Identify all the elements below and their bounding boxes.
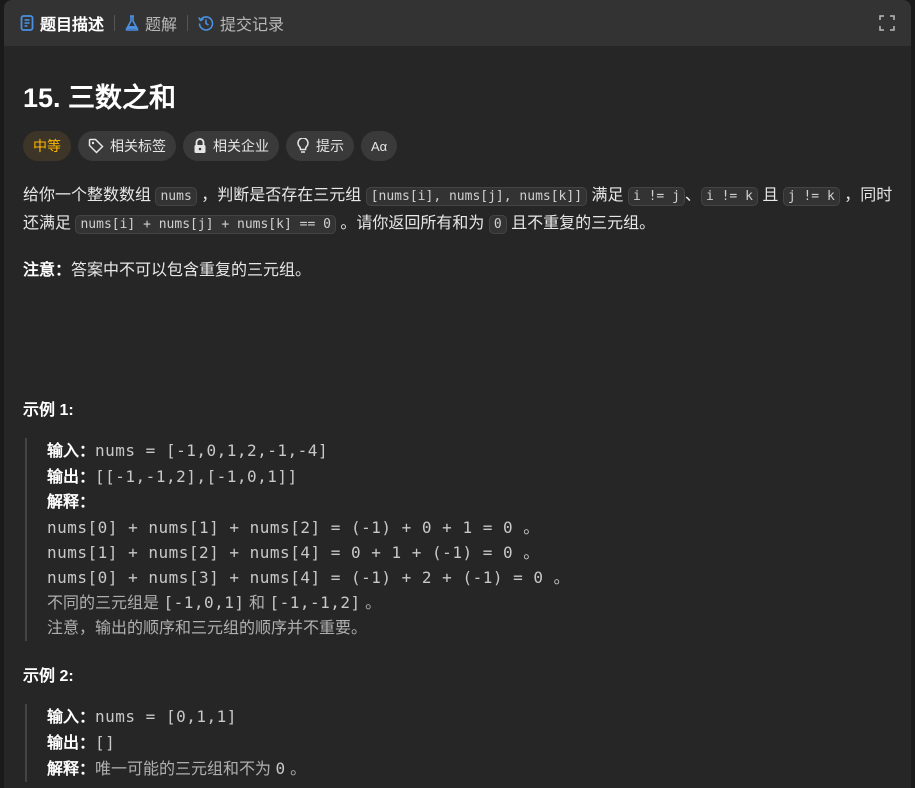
related-companies-label: 相关企业 bbox=[213, 138, 269, 154]
note: 注意：答案中不可以包含重复的三元组。 bbox=[23, 256, 311, 280]
related-tags-label: 相关标签 bbox=[110, 138, 166, 154]
fullscreen-icon[interactable] bbox=[879, 15, 895, 31]
explain-code: [-1,-1,2] bbox=[269, 593, 361, 612]
input-value: nums = [-1,0,1,2,-1,-4] bbox=[95, 441, 329, 460]
inline-code: i != j bbox=[627, 187, 685, 206]
output-label: 输出： bbox=[47, 469, 96, 486]
desc-text: 给你一个整数数组 bbox=[23, 187, 152, 204]
related-companies-button[interactable]: 相关企业 bbox=[183, 131, 279, 161]
note-label: 注意： bbox=[23, 262, 72, 279]
difficulty-badge[interactable]: 中等 bbox=[23, 131, 71, 161]
explain-line: 注意，输出的顺序和三元组的顺序并不重要。 bbox=[47, 620, 368, 637]
tab-description-label: 题目描述 bbox=[40, 17, 105, 34]
lock-icon bbox=[194, 138, 206, 153]
tab-bar: 题目描述 题解 提交记录 bbox=[4, 0, 911, 46]
translate-button[interactable]: Aα bbox=[361, 131, 398, 161]
explain-label: 解释： bbox=[47, 761, 96, 778]
problem-description: 给你一个整数数组 nums ，判断是否存在三元组 [nums[i], nums[… bbox=[23, 182, 907, 238]
explain-line: nums[1] + nums[2] + nums[4] = 0 + 1 + (-… bbox=[47, 543, 540, 562]
hint-button[interactable]: 提示 bbox=[286, 131, 354, 161]
desc-text: 。请你返回所有和为 bbox=[340, 215, 485, 232]
inline-code: i != k bbox=[700, 187, 758, 206]
explain-label: 解释： bbox=[47, 494, 96, 511]
tab-description[interactable]: 题目描述 bbox=[20, 0, 114, 46]
desc-text: ，判断是否存在三元组 bbox=[201, 187, 362, 204]
explain-code: 0 bbox=[275, 759, 286, 778]
explain-text: 唯一可能的三元组和不为 bbox=[95, 761, 272, 778]
explain-line: 不同的三元组是 [-1,0,1] 和 [-1,-1,2] 。 bbox=[47, 590, 570, 616]
desc-text: 、 bbox=[684, 187, 701, 204]
problem-panel: 15. 三数之和 中等 相关标签 相关企业 提示 Aα 给你一个整数数组 num… bbox=[4, 46, 911, 788]
related-tags-button[interactable]: 相关标签 bbox=[78, 131, 176, 161]
desc-text: 满足 bbox=[591, 187, 624, 204]
example-2-block: 输入：nums = [0,1,1] 输出：[] 解释：唯一可能的三元组和不为 0… bbox=[25, 704, 306, 782]
flask-icon bbox=[125, 15, 139, 31]
inline-code: 0 bbox=[488, 215, 507, 234]
difficulty-label: 中等 bbox=[33, 138, 61, 154]
output-label: 输出： bbox=[47, 735, 96, 752]
tab-solutions[interactable]: 题解 bbox=[125, 0, 187, 46]
problem-title: 15. 三数之和 bbox=[23, 83, 177, 113]
inline-code: [nums[i], nums[j], nums[k]] bbox=[365, 187, 588, 206]
desc-text: 且 bbox=[762, 187, 779, 204]
explain-line: nums[0] + nums[3] + nums[4] = (-1) + 2 +… bbox=[47, 568, 571, 587]
history-icon bbox=[198, 16, 214, 31]
example-1-block: 输入：nums = [-1,0,1,2,-1,-4] 输出：[[-1,-1,2]… bbox=[25, 438, 570, 641]
inline-code: j != k bbox=[782, 187, 840, 206]
explain-text: 。 bbox=[290, 761, 307, 778]
explain-line: nums[0] + nums[1] + nums[2] = (-1) + 0 +… bbox=[47, 518, 540, 537]
tab-submissions-label: 提交记录 bbox=[220, 17, 285, 34]
output-value: [] bbox=[95, 733, 116, 752]
tab-divider bbox=[187, 15, 189, 31]
explain-text: 。 bbox=[365, 595, 382, 612]
desc-text: 且不重复的三元组。 bbox=[511, 215, 656, 232]
hint-label: 提示 bbox=[316, 138, 344, 154]
input-label: 输入： bbox=[47, 709, 96, 726]
input-value: nums = [0,1,1] bbox=[95, 707, 237, 726]
explain-code: [-1,0,1] bbox=[163, 593, 245, 612]
lightbulb-icon bbox=[297, 138, 309, 153]
tag-row: 中等 相关标签 相关企业 提示 Aα bbox=[23, 131, 398, 161]
translate-icon: Aα bbox=[371, 138, 388, 154]
document-icon bbox=[20, 15, 34, 31]
inline-code: nums[i] + nums[j] + nums[k] == 0 bbox=[75, 215, 336, 234]
tab-divider bbox=[114, 15, 116, 31]
explain-text: 不同的三元组是 bbox=[47, 595, 160, 612]
input-label: 输入： bbox=[47, 443, 96, 460]
inline-code: nums bbox=[155, 187, 197, 206]
explain-text: 和 bbox=[248, 595, 265, 612]
note-text: 答案中不可以包含重复的三元组。 bbox=[71, 262, 312, 279]
output-value: [[-1,-1,2],[-1,0,1]] bbox=[95, 467, 298, 486]
tab-submissions[interactable]: 提交记录 bbox=[198, 0, 294, 46]
example-1-title: 示例 1: bbox=[23, 402, 74, 419]
tag-icon bbox=[88, 138, 104, 154]
example-2-title: 示例 2: bbox=[23, 668, 74, 685]
tab-solutions-label: 题解 bbox=[145, 17, 178, 34]
